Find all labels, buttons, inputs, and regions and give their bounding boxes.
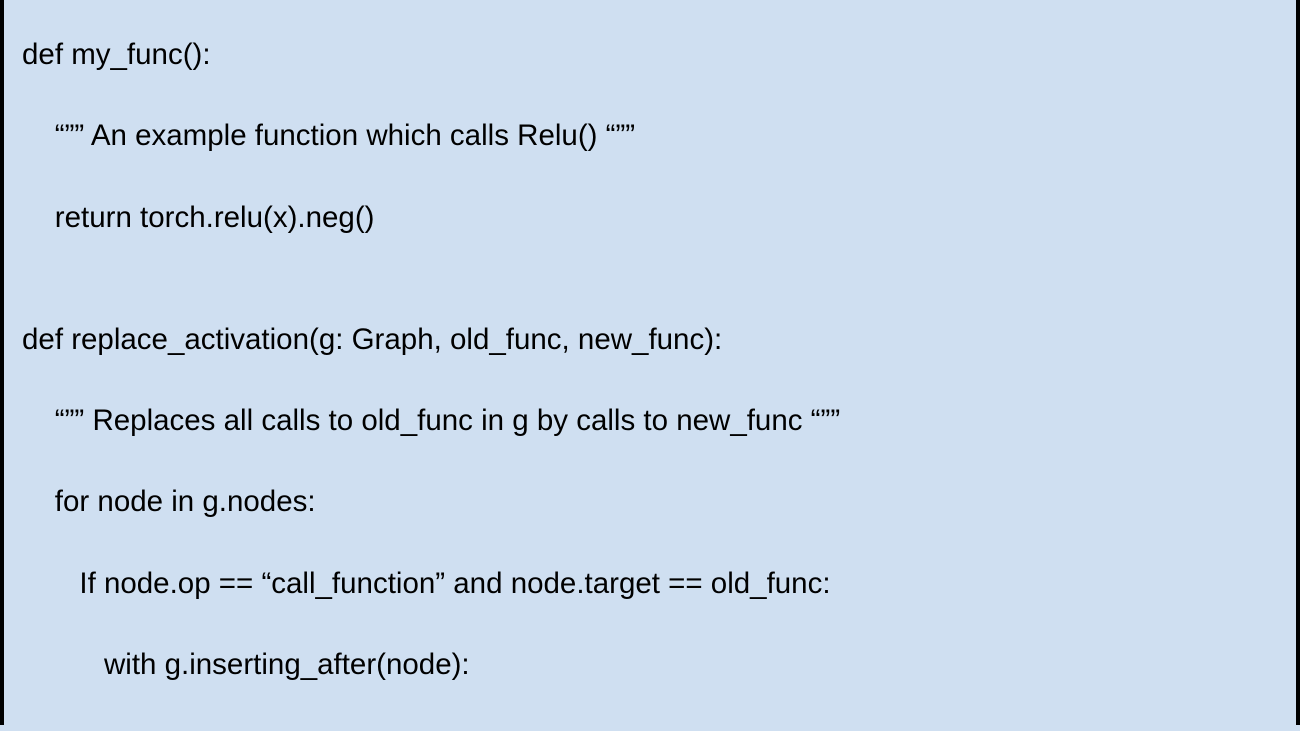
code-listing: def my_func(): “”” An example function w… xyxy=(0,0,1300,725)
code-line: “”” Replaces all calls to old_func in g … xyxy=(22,401,1278,442)
code-line: with g.inserting_after(node): xyxy=(22,645,1278,686)
code-line: “”” An example function which calls Relu… xyxy=(22,116,1278,157)
code-line: def my_func(): xyxy=(22,35,1278,76)
code-line: If node.op == “call_function” and node.t… xyxy=(22,564,1278,605)
code-line: for node in g.nodes: xyxy=(22,482,1278,523)
code-line: return torch.relu(x).neg() xyxy=(22,198,1278,239)
code-line: def replace_activation(g: Graph, old_fun… xyxy=(22,320,1278,361)
